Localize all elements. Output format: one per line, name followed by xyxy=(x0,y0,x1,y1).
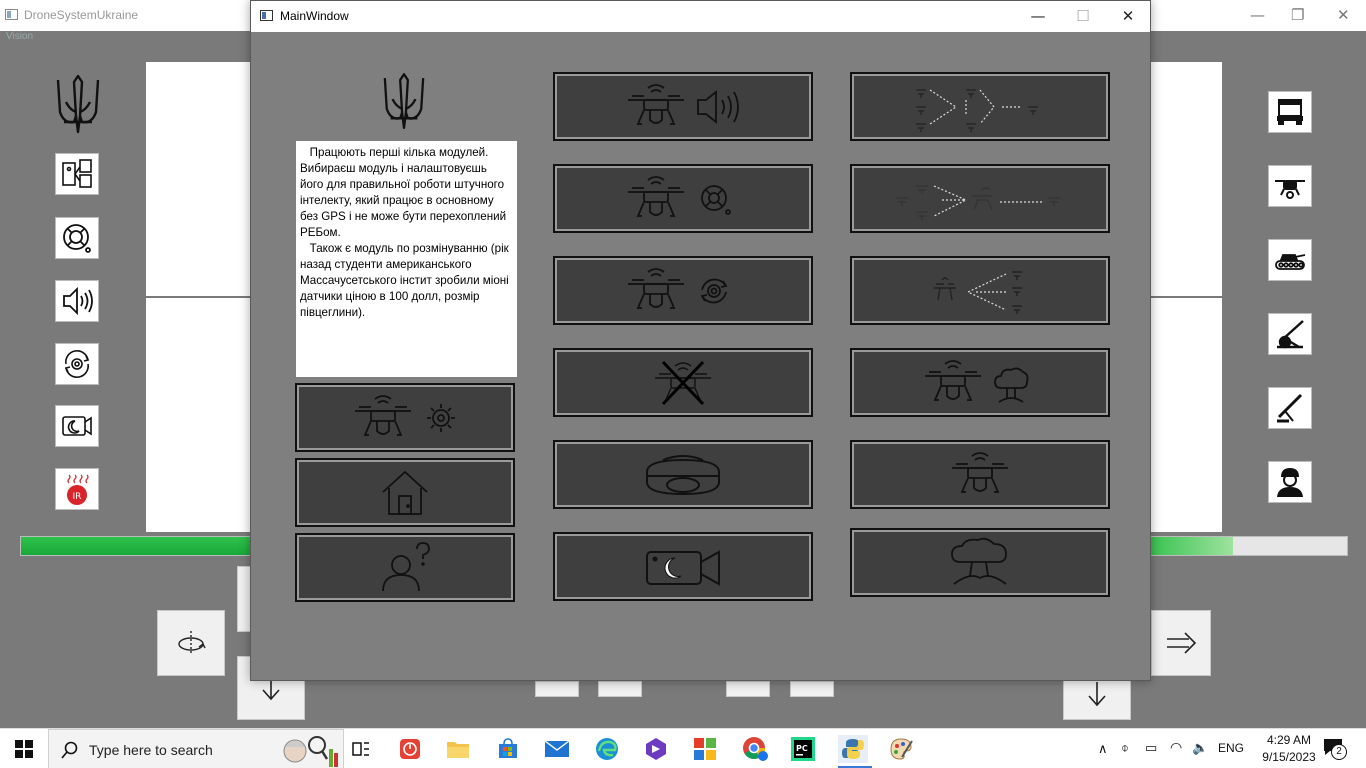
store-icon[interactable] xyxy=(493,735,523,763)
edge-browser-icon[interactable] xyxy=(592,735,622,763)
home-button[interactable] xyxy=(295,458,515,527)
chrome-icon[interactable] xyxy=(740,735,770,763)
drone-speaker-icon xyxy=(628,83,739,125)
drone-plain-button[interactable] xyxy=(850,440,1110,509)
drone-plain-icon xyxy=(952,451,1008,493)
language-indicator[interactable]: ENG xyxy=(1218,741,1244,755)
tilt-left-button[interactable] xyxy=(535,681,579,697)
soldier-icon[interactable] xyxy=(1268,461,1312,503)
help-user-icon xyxy=(382,541,430,591)
app-icon xyxy=(5,9,18,20)
swarm-gather-button[interactable] xyxy=(850,256,1110,325)
mail-icon[interactable] xyxy=(542,735,572,763)
night-camera-button[interactable] xyxy=(553,532,813,601)
progress-gradient xyxy=(1141,537,1233,555)
mortar-icon[interactable] xyxy=(1268,387,1312,429)
drone-explosion-button[interactable] xyxy=(850,348,1110,417)
restore-icon[interactable]: ❐ xyxy=(1291,6,1304,24)
search-icon xyxy=(61,741,78,759)
swarm-chain-icon xyxy=(896,184,1060,220)
background-window-title: DroneSystemUkraine xyxy=(24,8,139,22)
notifications-button[interactable]: 2 xyxy=(1322,737,1350,761)
server-module-icon[interactable] xyxy=(55,153,99,195)
truck-icon[interactable] xyxy=(1268,91,1312,133)
start-button[interactable] xyxy=(0,729,48,768)
search-highlight-icon xyxy=(283,736,338,767)
svg-text:PC: PC xyxy=(796,744,808,753)
swarm-chain-button[interactable] xyxy=(850,164,1110,233)
svg-text:IR: IR xyxy=(73,492,82,502)
visual-studio-icon[interactable] xyxy=(641,735,671,763)
drone-target-button[interactable] xyxy=(553,164,813,233)
wifi-icon[interactable]: ◠ xyxy=(1170,739,1182,756)
rotate-button[interactable] xyxy=(157,610,225,676)
night-camera-icon[interactable] xyxy=(55,405,99,447)
drone-disabled-button[interactable] xyxy=(553,348,813,417)
swarm-relay-button[interactable] xyxy=(850,72,1110,141)
office-icon[interactable] xyxy=(690,735,720,763)
help-user-button[interactable] xyxy=(295,533,515,602)
clock-date[interactable]: 9/15/2023 xyxy=(1258,750,1320,764)
main-window-dialog: MainWindow — ☐ ✕ Працюють перші кілька м… xyxy=(250,0,1151,681)
night-camera-mode-icon xyxy=(646,549,720,586)
dialog-minimize-icon[interactable]: — xyxy=(1015,5,1061,27)
drone-settings-icon xyxy=(355,394,455,436)
paint-icon[interactable] xyxy=(886,735,916,763)
right-arrow-button[interactable] xyxy=(1151,610,1211,676)
ascend-button[interactable] xyxy=(726,681,770,697)
speaker-icon[interactable] xyxy=(55,280,99,322)
tank-icon[interactable] xyxy=(1268,239,1312,281)
target-reticle-icon[interactable] xyxy=(55,217,99,259)
file-explorer-icon[interactable] xyxy=(443,735,473,763)
volume-muted-icon[interactable]: 🔈 xyxy=(1192,740,1208,756)
artillery-icon[interactable] xyxy=(1268,313,1312,355)
drone-target-icon xyxy=(628,175,731,217)
tilt-right-button[interactable] xyxy=(790,681,834,697)
clock-time[interactable]: 4:29 AM xyxy=(1258,733,1320,747)
trident-icon xyxy=(56,74,100,134)
search-box[interactable]: Type here to search xyxy=(48,729,344,768)
trident-icon xyxy=(383,73,425,130)
explosion-icon xyxy=(951,537,1007,585)
descend-button[interactable] xyxy=(598,681,642,697)
dialog-maximize-icon[interactable]: ☐ xyxy=(1060,5,1106,27)
night-vision-icon xyxy=(646,454,720,495)
tray-overflow-icon[interactable]: ∧ xyxy=(1098,741,1108,757)
drone-speaker-button[interactable] xyxy=(553,72,813,141)
up-arrow-button[interactable] xyxy=(237,566,251,632)
drone-ai-icon xyxy=(628,267,728,309)
module-info-text: Працюють перші кілька модулей. Вибираєш … xyxy=(296,141,517,377)
explosion-button[interactable] xyxy=(850,528,1110,597)
home-icon xyxy=(382,470,428,515)
ai-cycle-icon[interactable] xyxy=(55,343,99,385)
search-placeholder: Type here to search xyxy=(89,742,213,758)
drone-explosion-icon xyxy=(925,359,1029,403)
drone-icon[interactable] xyxy=(1268,165,1312,207)
close-icon[interactable]: ✕ xyxy=(1337,6,1350,24)
battery-icon[interactable]: ▭ xyxy=(1145,740,1157,756)
task-view-icon[interactable] xyxy=(346,735,376,763)
drone-settings-button[interactable] xyxy=(295,383,515,452)
drone-ai-button[interactable] xyxy=(553,256,813,325)
drone-disabled-icon xyxy=(655,360,711,405)
dialog-app-icon xyxy=(260,10,273,21)
minimize-icon[interactable]: — xyxy=(1250,6,1265,24)
taskbar: Type here to search PC ∧ ⌽ ▭ ◠ 🔈 ENG 4:2… xyxy=(0,728,1366,768)
dialog-title: MainWindow xyxy=(280,9,349,23)
pycharm-icon[interactable]: PC xyxy=(788,735,818,763)
network-adapter-icon[interactable]: ⌽ xyxy=(1121,740,1129,756)
windows-logo-icon xyxy=(15,740,33,758)
notification-count-badge: 2 xyxy=(1331,744,1347,760)
infrared-icon[interactable]: IR xyxy=(55,468,99,510)
swarm-relay-icon xyxy=(916,88,1038,132)
swarm-gather-icon xyxy=(934,270,1022,314)
python-app-icon[interactable] xyxy=(838,735,868,763)
dialog-close-icon[interactable]: ✕ xyxy=(1105,5,1151,27)
dialog-titlebar: MainWindow — ☐ ✕ xyxy=(251,1,1150,32)
night-vision-button[interactable] xyxy=(553,440,813,509)
app-red-icon[interactable] xyxy=(395,735,425,763)
